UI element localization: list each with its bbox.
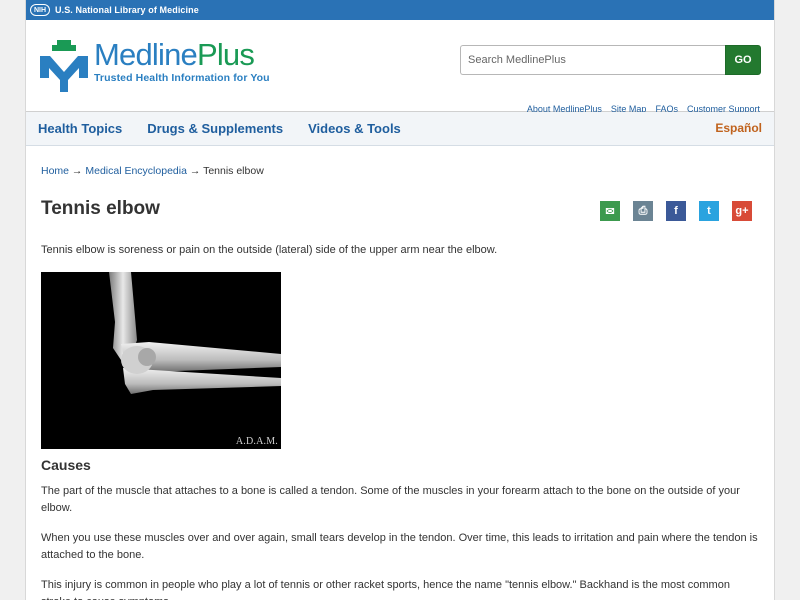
nlm-bar: NIH U.S. National Library of Medicine xyxy=(26,0,774,20)
nlm-link[interactable]: U.S. National Library of Medicine xyxy=(55,5,199,15)
facebook-icon[interactable]: f xyxy=(666,201,686,221)
share-buttons: ✉ ⎙ f t g+ xyxy=(600,201,752,221)
breadcrumb-home[interactable]: Home xyxy=(41,165,69,177)
paragraph: The part of the muscle that attaches to … xyxy=(41,485,740,514)
logo-name-main: Medline xyxy=(94,37,198,72)
logo-name-plus: Plus xyxy=(196,37,255,72)
nih-badge[interactable]: NIH xyxy=(30,4,50,16)
breadcrumb-current: Tennis elbow xyxy=(203,165,264,177)
main-content: Home → Medical Encyclopedia → Tennis elb… xyxy=(41,146,759,600)
search-go-button[interactable]: GO xyxy=(725,45,761,75)
main-nav: Health Topics Drugs & Supplements Videos… xyxy=(26,112,774,146)
email-icon[interactable]: ✉ xyxy=(600,201,620,221)
intro-text: Tennis elbow is soreness or pain on the … xyxy=(41,244,498,256)
print-icon[interactable]: ⎙ xyxy=(633,201,653,221)
header: MedlinePlus Trusted Health Information f… xyxy=(26,20,774,114)
search-input[interactable] xyxy=(460,45,725,75)
breadcrumb-separator: → xyxy=(186,165,204,177)
medlineplus-logo-icon xyxy=(40,40,88,92)
search-form: GO xyxy=(460,45,761,75)
elbow-image[interactable]: A.D.A.M. xyxy=(41,272,281,449)
breadcrumb: Home → Medical Encyclopedia → Tennis elb… xyxy=(41,165,759,177)
nav-videos-tools[interactable]: Videos & Tools xyxy=(308,121,401,136)
googleplus-icon[interactable]: g+ xyxy=(732,201,752,221)
nav-health-topics[interactable]: Health Topics xyxy=(38,121,122,136)
title-row: Tennis elbow ✉ ⎙ f t g+ xyxy=(41,198,759,224)
nav-espanol[interactable]: Español xyxy=(715,121,762,135)
breadcrumb-separator: → xyxy=(69,165,86,177)
twitter-icon[interactable]: t xyxy=(699,201,719,221)
page-frame: NIH U.S. National Library of Medicine Me… xyxy=(25,0,775,600)
paragraph: When you use these muscles over and over… xyxy=(41,532,758,561)
logo-tagline: Trusted Health Information for You xyxy=(94,72,270,84)
section-title-causes: Causes xyxy=(41,457,91,473)
paragraph: This injury is common in people who play… xyxy=(41,579,730,600)
nav-drugs-supplements[interactable]: Drugs & Supplements xyxy=(147,121,283,136)
elbow-bone-illustration xyxy=(109,272,281,394)
medlineplus-logo[interactable]: MedlinePlus Trusted Health Information f… xyxy=(38,38,270,92)
breadcrumb-encyclopedia[interactable]: Medical Encyclopedia xyxy=(85,165,187,177)
adam-credit: A.D.A.M. xyxy=(235,436,278,447)
logo-name: MedlinePlus xyxy=(94,38,270,72)
